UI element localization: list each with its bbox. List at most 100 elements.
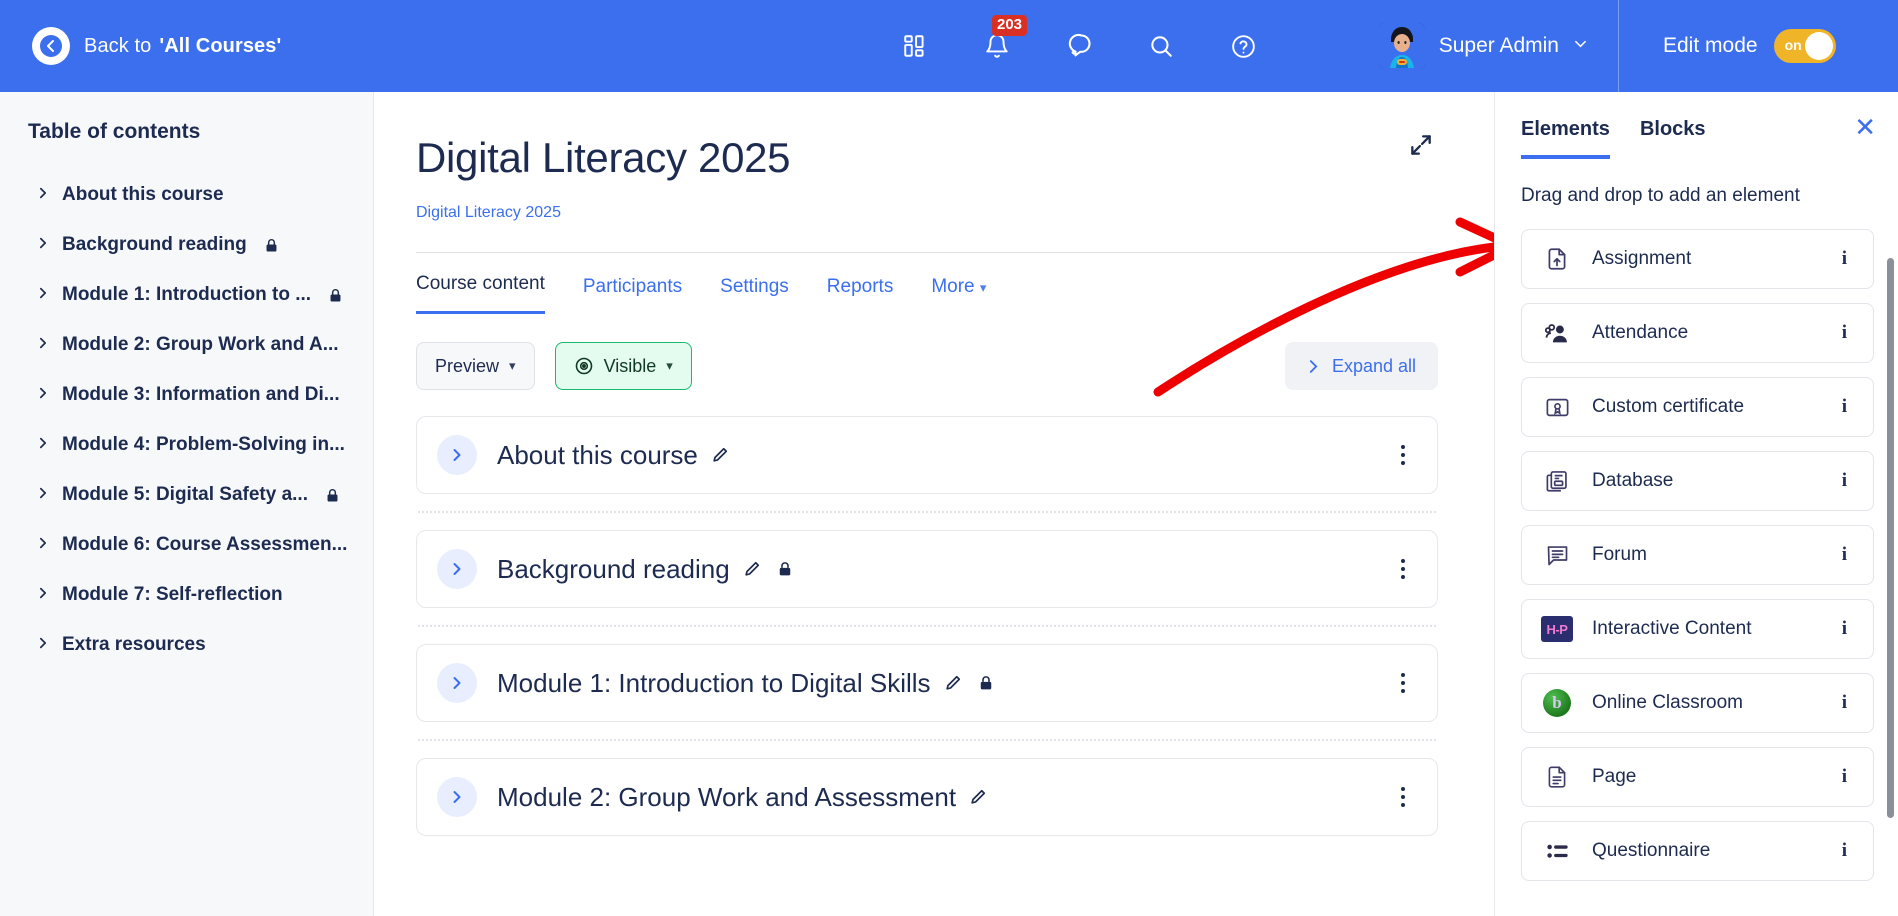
element-item-1[interactable]: Attendance i (1521, 303, 1874, 363)
section-divider (418, 625, 1436, 627)
info-icon[interactable]: i (1834, 396, 1855, 418)
tab-more[interactable]: More ▾ (931, 276, 986, 314)
sidebar-item-4[interactable]: Module 3: Information and Di... (0, 370, 373, 420)
close-icon[interactable]: ✕ (1854, 114, 1876, 140)
page-body: Table of contents About this course Backg… (0, 92, 1898, 916)
sidebar-item-label: Module 3: Information and Di... (62, 384, 340, 405)
info-icon[interactable]: i (1834, 766, 1855, 788)
section-menu-icon[interactable] (1395, 439, 1411, 471)
element-item-label: Database (1592, 470, 1674, 491)
tab-settings[interactable]: Settings (720, 276, 789, 314)
user-menu[interactable]: Super Admin (1378, 23, 1588, 69)
chevron-down-icon: ▾ (509, 358, 516, 373)
chevron-right-icon (36, 586, 48, 605)
h5p-icon: H-P (1540, 616, 1574, 642)
chevron-right-icon (36, 236, 48, 255)
chevron-right-icon (36, 486, 48, 505)
info-icon[interactable]: i (1834, 840, 1855, 862)
tab-reports[interactable]: Reports (827, 276, 894, 314)
sidebar-item-label: About this course (62, 184, 224, 205)
sidebar-item-5[interactable]: Module 4: Problem-Solving in... (0, 420, 373, 470)
tab-blocks[interactable]: Blocks (1640, 118, 1706, 155)
section-card[interactable]: About this course (416, 416, 1438, 494)
section-card[interactable]: Background reading (416, 530, 1438, 608)
sidebar-item-9[interactable]: Extra resources (0, 620, 373, 670)
sidebar-item-7[interactable]: Module 6: Course Assessmen... (0, 520, 373, 570)
info-icon[interactable]: i (1834, 470, 1855, 492)
back-to-all-courses-button[interactable]: Back to 'All Courses' (32, 27, 281, 65)
sidebar-item-8[interactable]: Module 7: Self-reflection (0, 570, 373, 620)
panel-scrollbar[interactable] (1887, 258, 1894, 818)
back-target-text: 'All Courses' (159, 34, 282, 57)
tab-course-content[interactable]: Course content (416, 273, 545, 314)
edit-pencil-icon[interactable] (943, 673, 963, 693)
expand-fullscreen-icon[interactable] (1404, 128, 1438, 162)
sidebar-item-1[interactable]: Background reading (0, 220, 373, 270)
element-item-8[interactable]: Questionnaire i (1521, 821, 1874, 881)
elements-blocks-panel: Elements Blocks ✕ Drag and drop to add a… (1494, 92, 1898, 916)
element-item-7[interactable]: Page i (1521, 747, 1874, 807)
section-menu-icon[interactable] (1395, 553, 1411, 585)
info-icon[interactable]: i (1834, 618, 1855, 640)
breadcrumb[interactable]: Digital Literacy 2025 (416, 204, 1438, 222)
chevron-right-icon (36, 336, 48, 355)
expand-all-button[interactable]: Expand all (1284, 342, 1438, 390)
element-item-2[interactable]: Custom certificate i (1521, 377, 1874, 437)
info-icon[interactable]: i (1834, 248, 1855, 270)
notifications-bell-icon[interactable]: 203 (980, 15, 1028, 63)
page-title: Digital Literacy 2025 (416, 134, 791, 181)
section-expand-toggle[interactable] (437, 777, 477, 817)
questionnaire-icon (1540, 838, 1574, 865)
sidebar-item-0[interactable]: About this course (0, 170, 373, 220)
element-item-label: Page (1592, 766, 1637, 787)
section-expand-toggle[interactable] (437, 435, 477, 475)
edit-mode-label: Edit mode (1663, 34, 1758, 57)
section-menu-icon[interactable] (1395, 667, 1411, 699)
sidebar-item-3[interactable]: Module 2: Group Work and A... (0, 320, 373, 370)
search-icon[interactable] (1144, 29, 1178, 63)
element-item-5[interactable]: H-P Interactive Content i (1521, 599, 1874, 659)
element-item-6[interactable]: b Online Classroom i (1521, 673, 1874, 733)
messages-icon[interactable] (1062, 29, 1096, 63)
section-expand-toggle[interactable] (437, 663, 477, 703)
element-item-label: Assignment (1592, 248, 1692, 269)
certificate-icon (1540, 394, 1574, 421)
attendance-people-icon (1540, 319, 1574, 347)
help-icon[interactable] (1226, 29, 1260, 63)
element-item-4[interactable]: Forum i (1521, 525, 1874, 585)
section-card[interactable]: Module 2: Group Work and Assessment (416, 758, 1438, 836)
tab-participants[interactable]: Participants (583, 276, 682, 314)
forum-chat-icon (1540, 542, 1574, 569)
edit-mode-toggle[interactable]: on (1773, 29, 1836, 63)
sidebar-item-6[interactable]: Module 5: Digital Safety a... (0, 470, 373, 520)
section-card[interactable]: Module 1: Introduction to Digital Skills (416, 644, 1438, 722)
edit-pencil-icon[interactable] (742, 559, 762, 579)
user-name-label: Super Admin (1438, 34, 1559, 57)
info-icon[interactable]: i (1834, 322, 1855, 344)
section-expand-toggle[interactable] (437, 549, 477, 589)
sidebar-item-2[interactable]: Module 1: Introduction to ... (0, 270, 373, 320)
lock-icon (327, 287, 344, 304)
assignment-upload-icon (1540, 246, 1574, 272)
element-item-3[interactable]: Database i (1521, 451, 1874, 511)
info-icon[interactable]: i (1834, 692, 1855, 714)
preview-button[interactable]: Preview ▾ (416, 342, 535, 390)
element-item-label: Online Classroom (1592, 692, 1743, 713)
visible-button[interactable]: Visible ▾ (554, 342, 692, 390)
course-sections-list: About this course Background reading Modul… (416, 416, 1438, 836)
lock-icon (263, 237, 280, 254)
page-document-icon (1540, 764, 1574, 790)
element-item-0[interactable]: Assignment i (1521, 229, 1874, 289)
apps-grid-icon[interactable] (898, 29, 932, 63)
edit-mode-control[interactable]: Edit mode on (1618, 0, 1898, 92)
tab-elements[interactable]: Elements (1521, 118, 1610, 159)
title-divider (416, 252, 1438, 253)
sidebar-item-label: Background reading (62, 234, 247, 255)
section-menu-icon[interactable] (1395, 781, 1411, 813)
chevron-down-icon: ▾ (666, 358, 673, 373)
edit-pencil-icon[interactable] (968, 787, 988, 807)
info-icon[interactable]: i (1834, 544, 1855, 566)
edit-pencil-icon[interactable] (710, 445, 730, 465)
main-content: Digital Literacy 2025 Digital Literacy 2… (374, 92, 1494, 916)
preview-label: Preview (435, 355, 500, 376)
